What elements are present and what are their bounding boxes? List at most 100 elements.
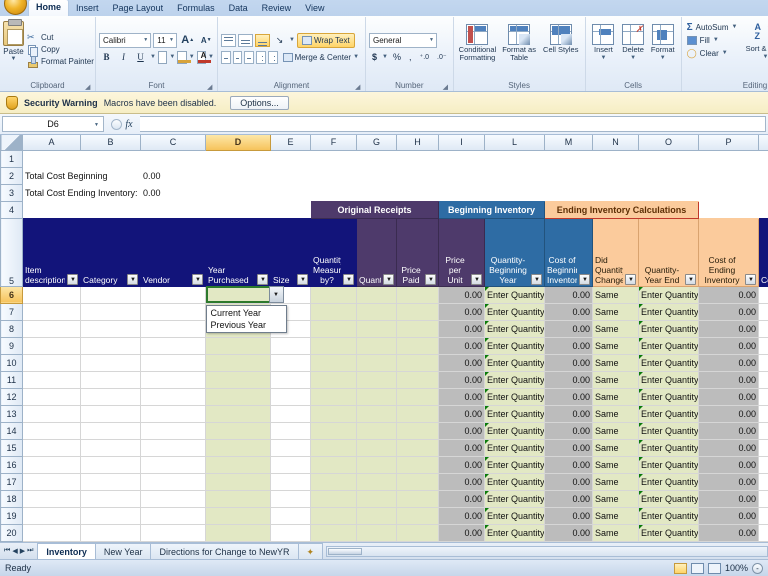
filter-icon-quantity-beginning-year[interactable] [531, 273, 542, 285]
conditional-formatting-button[interactable]: Conditional Formatting [457, 22, 499, 62]
column-header-H[interactable]: H [396, 135, 439, 151]
cell-quantity-year-end[interactable]: Enter Quantity [638, 302, 699, 321]
row-header-2[interactable]: 2 [0, 166, 23, 185]
insert-worksheet-button[interactable]: ✦ [297, 543, 324, 559]
cell-size[interactable] [270, 404, 311, 423]
cell-quantity[interactable] [356, 472, 397, 491]
cell-item-description[interactable] [22, 438, 81, 457]
cell-quantity-year-end[interactable]: Enter Quantity [638, 489, 699, 508]
column-header-L[interactable]: L [484, 135, 545, 151]
cell-vendor[interactable] [140, 523, 206, 542]
cell-category[interactable] [80, 319, 141, 338]
cell-item-description[interactable] [22, 455, 81, 474]
sheet-tab-inventory[interactable]: Inventory [37, 543, 96, 559]
alignment-dialog-launcher[interactable]: ◢ [355, 83, 362, 91]
cell-cost-of-ending-inventory[interactable]: 0.00 [698, 336, 759, 355]
cell-quantity-beginning-year[interactable]: Enter Quantity [484, 302, 545, 321]
cell-item-description[interactable] [22, 319, 81, 338]
cell-price-per-unit[interactable]: 0.00 [438, 319, 485, 338]
cell-cost-of-beginning-inventory[interactable]: 0.00 [544, 523, 593, 542]
cell-vendor[interactable] [140, 421, 206, 440]
name-box[interactable]: D6 [2, 116, 104, 132]
cell-did-quantity-change[interactable]: Same [592, 421, 639, 440]
cell-quantity-year-end[interactable]: Enter Quantity [638, 421, 699, 440]
cell-price-paid[interactable] [396, 506, 439, 525]
tab-view[interactable]: View [298, 1, 331, 16]
cell-did-quantity-change[interactable]: Same [592, 387, 639, 406]
format-painter-button[interactable]: Format Painter [26, 56, 97, 68]
cell-price-per-unit[interactable]: 0.00 [438, 370, 485, 389]
cell-item-description[interactable] [22, 489, 81, 508]
cell-category[interactable] [80, 387, 141, 406]
cell-year-purchased[interactable] [205, 506, 271, 525]
align-center-icon[interactable] [232, 50, 243, 64]
cell-did-quantity-change[interactable]: Same [592, 319, 639, 338]
cell-cost-of-beginning-inventory[interactable]: 0.00 [544, 370, 593, 389]
merge-center-button[interactable]: Merge & Center ▼ [280, 50, 362, 65]
cell-year-purchased[interactable] [205, 421, 271, 440]
cell-quantity-year-end[interactable]: Enter Quantity [638, 319, 699, 338]
cell-cost-of-ending-inventory[interactable]: 0.00 [698, 302, 759, 321]
row-header-3[interactable]: 3 [0, 183, 23, 202]
row-header-8[interactable]: 8 [0, 319, 23, 338]
grow-font-button[interactable]: A ▲ [179, 33, 197, 48]
row-2-blank[interactable] [205, 167, 768, 184]
cell-price-per-unit[interactable]: 0.00 [438, 506, 485, 525]
cell-cost-of-beginning-inventory[interactable]: 0.00 [544, 387, 593, 406]
cell-size[interactable] [270, 506, 311, 525]
filter-icon-quantity-year-end[interactable] [685, 273, 696, 285]
cell-category[interactable] [80, 489, 141, 508]
tab-review[interactable]: Review [255, 1, 299, 16]
cell-quantity-measured-by[interactable] [310, 302, 357, 321]
cell-did-quantity-change[interactable]: Same [592, 302, 639, 321]
tab-formulas[interactable]: Formulas [170, 1, 222, 16]
fill-color-icon[interactable] [177, 50, 192, 64]
cell-size[interactable] [270, 455, 311, 474]
row-header-16[interactable]: 16 [0, 455, 23, 474]
row-header-11[interactable]: 11 [0, 370, 23, 389]
cell-vendor[interactable] [140, 370, 206, 389]
horizontal-scrollbar-thumb[interactable] [328, 547, 363, 555]
cell-cost-of-ending-inventory[interactable]: 0.00 [698, 387, 759, 406]
security-options-button[interactable]: Options... [230, 95, 289, 110]
row-header-12[interactable]: 12 [0, 387, 23, 406]
cell-category[interactable] [80, 421, 141, 440]
cell-quantity-year-end[interactable]: Enter Quantity [638, 387, 699, 406]
cell-quantity-beginning-year[interactable]: Enter Quantity [484, 353, 545, 372]
cell-item-description[interactable] [22, 421, 81, 440]
underline-button[interactable]: U [133, 50, 148, 65]
row-header-20[interactable]: 20 [0, 523, 23, 542]
cell-price-paid[interactable] [396, 455, 439, 474]
sheet-tab-directions[interactable]: Directions for Change to NewYR [150, 543, 299, 559]
cell-size[interactable] [270, 472, 311, 491]
dropdown-option-0[interactable]: Current Year [207, 307, 286, 319]
cell-price-paid[interactable] [396, 353, 439, 372]
cell-cost-of-beginning-inventory[interactable]: 0.00 [544, 455, 593, 474]
cell-cost-of-ending-inventory[interactable]: 0.00 [698, 523, 759, 542]
cell-did-quantity-change[interactable]: Same [592, 472, 639, 491]
cell-comments[interactable] [758, 404, 768, 423]
sheet-tab-new-year[interactable]: New Year [94, 543, 152, 559]
cell-cost-of-beginning-inventory[interactable]: 0.00 [544, 353, 593, 372]
prev-sheet-icon[interactable]: ◀ [12, 547, 17, 555]
cell-vendor[interactable] [140, 319, 206, 338]
cell-size[interactable] [270, 336, 311, 355]
cell-comments[interactable] [758, 387, 768, 406]
filter-icon-quantity-measured-by[interactable] [343, 273, 354, 285]
cell-did-quantity-change[interactable]: Same [592, 285, 639, 304]
row-1-blank[interactable] [22, 150, 768, 167]
row-header-19[interactable]: 19 [0, 506, 23, 525]
column-header-M[interactable]: M [544, 135, 593, 151]
cell-cost-of-ending-inventory[interactable]: 0.00 [698, 438, 759, 457]
cell-quantity-measured-by[interactable] [310, 523, 357, 542]
cell-did-quantity-change[interactable]: Same [592, 506, 639, 525]
column-header-N[interactable]: N [592, 135, 639, 151]
column-header-D[interactable]: D [205, 135, 271, 151]
insert-function-icon[interactable]: fx [125, 119, 132, 130]
format-cells-button[interactable]: Format ▼ [648, 22, 678, 62]
delete-cells-button[interactable]: ✗ Delete ▼ [618, 22, 648, 62]
align-middle-icon[interactable] [238, 33, 253, 47]
filter-icon-size[interactable] [297, 273, 308, 285]
cell-item-description[interactable] [22, 404, 81, 423]
column-header-A[interactable]: A [22, 135, 81, 151]
